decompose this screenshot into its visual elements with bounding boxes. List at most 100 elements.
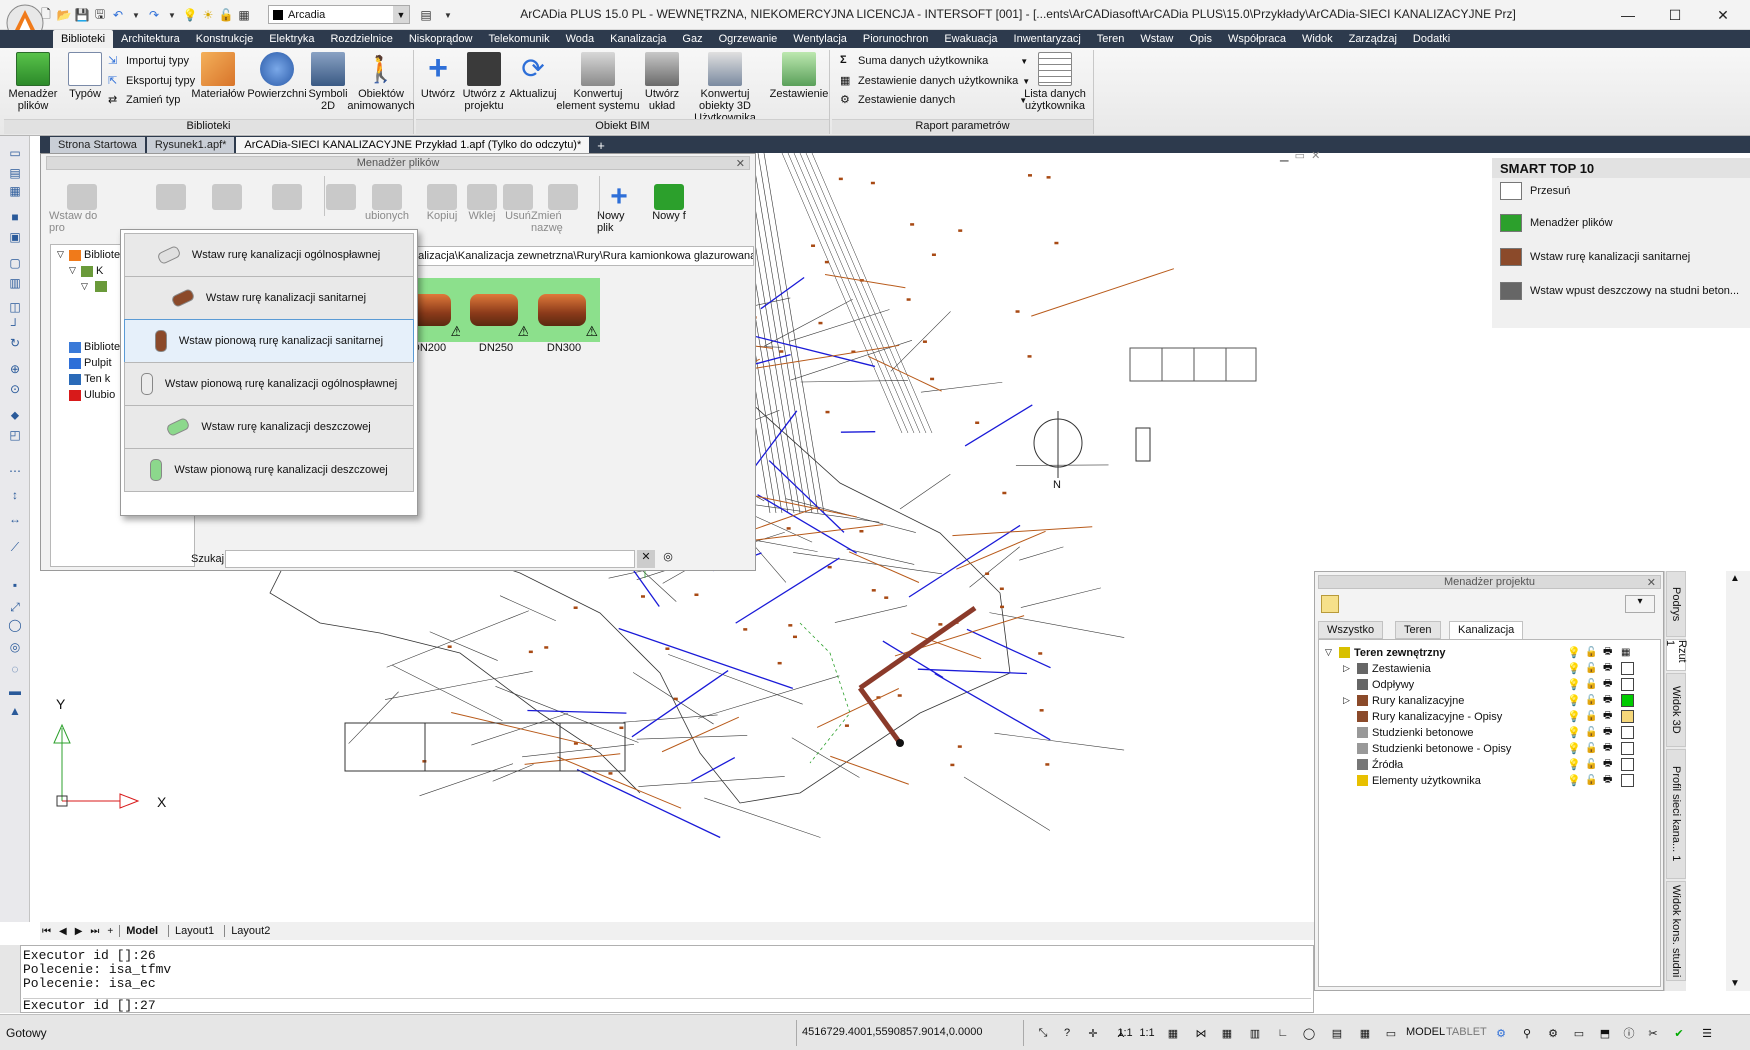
document-tab[interactable]: ArCADia-SIECI KANALIZACYJNE Przykład 1.a… — [236, 137, 590, 153]
left-toolbar-tool-icon[interactable]: ▢ — [5, 254, 25, 272]
tree-node[interactable]: K — [81, 265, 103, 277]
expand-icon[interactable]: ▷ — [1343, 663, 1350, 674]
lock-icon[interactable]: 🔓 — [1585, 647, 1597, 658]
layer-color-swatch[interactable] — [1621, 774, 1634, 787]
status-toggle-icon[interactable]: ⤡ — [1032, 1022, 1054, 1044]
search-input[interactable] — [225, 550, 635, 568]
status-tray-icon[interactable]: ⓘ — [1618, 1022, 1640, 1044]
expand-icon[interactable]: ▽ — [1325, 647, 1332, 658]
right-scrollbar[interactable]: ▲ ▼ — [1726, 571, 1750, 991]
status-tray-icon[interactable]: ⚙ — [1490, 1022, 1512, 1044]
project-tree-row[interactable]: Elementy użytkownika 💡 🔓 🖶 — [1319, 772, 1662, 789]
surfaces-button[interactable]: Powierzchni — [247, 52, 307, 100]
model-toggle[interactable]: MODEL — [1406, 1026, 1445, 1038]
left-toolbar-tool-icon[interactable]: ◌ — [5, 660, 25, 678]
lock-icon[interactable]: 🔓 — [1585, 727, 1597, 738]
animated-objects-button[interactable]: 🚶 Obiektów animowanych — [347, 52, 414, 112]
print-icon[interactable]: 🖶 — [1603, 708, 1612, 725]
add-tab-button[interactable]: + — [591, 138, 611, 153]
lock-icon[interactable]: 🔓 — [1585, 743, 1597, 754]
status-tray-icon[interactable]: ⬒ — [1594, 1022, 1616, 1044]
layer-color-swatch[interactable] — [1621, 662, 1634, 675]
left-toolbar-tool-icon[interactable]: ▣ — [5, 228, 25, 246]
lightbulb-icon[interactable]: 💡 — [1567, 726, 1581, 739]
left-toolbar-tool-icon[interactable]: ◰ — [5, 426, 25, 444]
left-toolbar-tool-icon[interactable]: ↻ — [5, 334, 25, 352]
library-item-thumbnail[interactable]: ⚠ DN300 — [528, 278, 600, 354]
left-toolbar-tool-icon[interactable]: ◎ — [5, 638, 25, 656]
undo-icon[interactable]: ↶ — [110, 7, 126, 23]
ribbon-tab[interactable]: Wentylacja — [785, 30, 855, 48]
left-toolbar-tool-icon[interactable]: ■ — [5, 208, 25, 226]
smart-top-item[interactable]: Menadżer plików — [1500, 214, 1613, 232]
undo-dropdown-icon[interactable]: ▼ — [128, 7, 144, 23]
ribbon-tab[interactable]: Kanalizacja — [602, 30, 674, 48]
drawing-window-controls[interactable]: ▁ ▭ ✕ — [1280, 149, 1320, 162]
lightbulb-icon[interactable]: 💡 — [1567, 678, 1581, 691]
left-toolbar-tool-icon[interactable]: ▪ — [5, 576, 25, 594]
layer-color-icon[interactable]: ▦ — [1621, 647, 1630, 658]
file-manager-tool[interactable]: Usuń — [501, 184, 535, 222]
print-icon[interactable]: 🖶 — [1603, 724, 1612, 741]
lightbulb-icon[interactable]: 💡 — [1567, 758, 1581, 771]
file-manager-tool[interactable]: + Nowy plik — [597, 182, 641, 235]
symbols-2d-button[interactable]: Symboli 2D — [308, 52, 348, 112]
layer-combo[interactable]: Arcadia ▼ — [268, 5, 410, 24]
layout-nav-icon[interactable]: ◀ — [57, 926, 69, 937]
insert-pipe-option[interactable]: Wstaw rurę kanalizacji ogólnospławnej — [124, 233, 414, 277]
lightbulb-icon[interactable]: 💡 — [1567, 710, 1581, 723]
left-toolbar-tool-icon[interactable]: ↕ — [5, 486, 25, 504]
layer-color-swatch[interactable] — [1621, 726, 1634, 739]
replace-type-button[interactable]: ⇄ Zamień typ — [108, 93, 180, 107]
file-manager-tool[interactable] — [321, 184, 361, 210]
summary-button[interactable]: Zestawienie — [770, 52, 828, 100]
ribbon-tab[interactable]: Telekomunik — [480, 30, 557, 48]
print-icon[interactable]: 🖶 — [1603, 644, 1612, 661]
layout-nav-icon[interactable]: ▶ — [73, 926, 85, 937]
insert-pipe-option[interactable]: Wstaw pionową rurę kanalizacji deszczowe… — [124, 448, 414, 492]
layout-nav-icon[interactable]: ⏭ — [88, 926, 101, 937]
insert-pipe-option[interactable]: Wstaw rurę kanalizacji sanitarnej — [124, 276, 414, 320]
project-tree-row[interactable]: Źródła 💡 🔓 🖶 — [1319, 756, 1662, 773]
status-tray-icon[interactable]: ✔ — [1668, 1022, 1690, 1044]
vertical-view-tab[interactable]: Widok kons. studni — [1666, 881, 1686, 981]
sun-icon[interactable]: ☀ — [200, 7, 216, 23]
lightbulb-icon[interactable]: 💡 — [1567, 646, 1581, 659]
ribbon-tab[interactable]: Elektryka — [261, 30, 322, 48]
close-icon[interactable]: ✕ — [736, 157, 745, 170]
left-toolbar-tool-icon[interactable]: ⤢ — [5, 598, 25, 616]
vertical-view-tab[interactable]: Profil sieci kana... 1 — [1666, 749, 1686, 879]
status-toggle-icon[interactable]: ▭ — [1380, 1022, 1402, 1044]
left-toolbar-tool-icon[interactable]: ⟋ — [5, 538, 25, 556]
add-layer-icon[interactable] — [1321, 595, 1339, 613]
ribbon-tab[interactable]: Rozdzielnice — [322, 30, 400, 48]
status-toggle-icon[interactable]: ▤ — [1326, 1022, 1348, 1044]
layout-tab[interactable]: Layout2 — [224, 925, 276, 937]
project-manager-tab[interactable]: Wszystko — [1318, 621, 1384, 639]
user-data-summary-button[interactable]: ▦ Zestawienie danych użytkownika ▼ — [840, 74, 1030, 88]
project-tree-row[interactable]: Rury kanalizacyjne - Opisy 💡 🔓 🖶 — [1319, 708, 1662, 725]
file-manager-tool[interactable]: Wklej — [465, 184, 499, 222]
insert-pipe-option[interactable]: Wstaw rurę kanalizacji deszczowej — [124, 405, 414, 449]
status-toggle-icon[interactable]: ? — [1056, 1022, 1078, 1044]
file-manager-tool[interactable]: Zmień nazwę — [531, 184, 595, 234]
import-types-button[interactable]: ⇲ Importuj typy — [108, 54, 189, 68]
print-icon[interactable]: 🖶 — [1603, 676, 1612, 693]
tree-node[interactable]: Ulubio — [69, 389, 115, 401]
status-tray-icon[interactable]: ⚲ — [1516, 1022, 1538, 1044]
status-toggle-icon[interactable]: ◯ — [1298, 1022, 1320, 1044]
status-toggle-icon[interactable]: ▦ — [1354, 1022, 1376, 1044]
status-toggle-icon[interactable]: ⋈ — [1190, 1022, 1212, 1044]
left-toolbar-tool-icon[interactable]: ▲ — [5, 702, 25, 720]
save-as-icon[interactable]: 🖫 — [92, 7, 108, 23]
user-data-sum-button[interactable]: Σ Suma danych użytkownika ▼ — [840, 54, 1028, 68]
project-tree-row[interactable]: ▷ Zestawienia 💡 🔓 🖶 — [1319, 660, 1662, 677]
close-button[interactable]: ✕ — [1700, 0, 1746, 30]
left-toolbar-tool-icon[interactable]: ◫ — [5, 298, 25, 316]
smart-top-item[interactable]: Wstaw rurę kanalizacji sanitarnej — [1500, 248, 1690, 266]
left-toolbar-tool-icon[interactable]: ◯ — [5, 616, 25, 634]
document-tab[interactable]: Strona Startowa — [50, 137, 145, 153]
left-toolbar-tool-icon[interactable]: ⊙ — [5, 380, 25, 398]
smart-top-item[interactable]: Przesuń — [1500, 182, 1570, 200]
convert-3d-objects-button[interactable]: Konwertuj obiekty 3D Użytkownika — [682, 52, 768, 124]
